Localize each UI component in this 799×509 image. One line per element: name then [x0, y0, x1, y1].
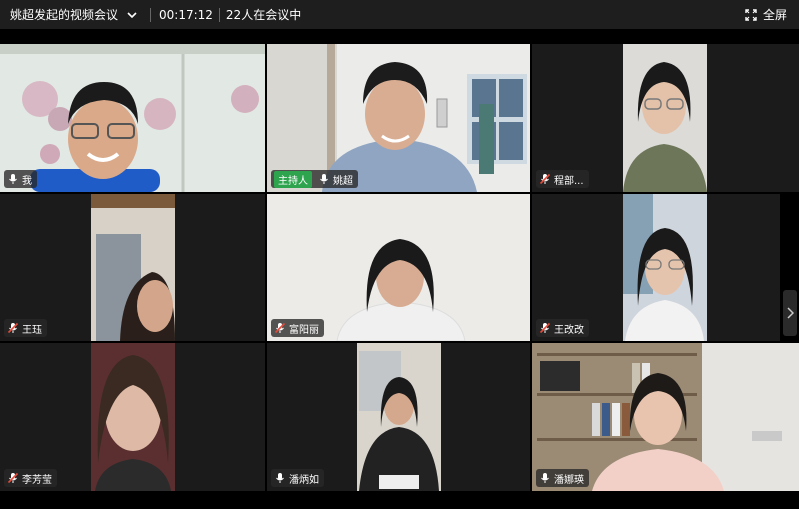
meeting-timer: 00:17:12	[159, 7, 213, 22]
host-badge: 主持人	[274, 170, 312, 188]
microphone-muted-icon	[539, 322, 551, 334]
participant-name: 潘炳如	[289, 474, 319, 486]
microphone-muted-icon	[539, 173, 551, 185]
video-tile[interactable]: 主持人 姚超	[267, 44, 530, 192]
next-page-button[interactable]	[783, 290, 797, 336]
microphone-icon	[9, 174, 17, 184]
fullscreen-button[interactable]: 全屏	[745, 0, 787, 29]
video-grid: 我 主持人 姚超 程部... 王珏 富阳丽 王改改 李芳莹 潘炳如 潘娜瑛	[0, 44, 799, 491]
meeting-title[interactable]: 姚超发起的视频会议	[10, 6, 118, 23]
participant-nametag: 主持人 姚超	[271, 170, 358, 188]
video-tile[interactable]: 潘炳如	[267, 343, 530, 491]
participant-name: 李芳莹	[22, 474, 52, 486]
participant-nametag: 王改改	[536, 319, 589, 337]
participant-count[interactable]: 22人在会议中	[226, 6, 301, 23]
participant-nametag: 王珏	[4, 319, 47, 337]
participant-nametag: 潘娜瑛	[536, 469, 589, 487]
participant-nametag: 程部...	[536, 170, 589, 188]
video-tile[interactable]: 我	[0, 44, 265, 192]
video-tile[interactable]: 王改改	[532, 194, 780, 341]
microphone-icon	[276, 473, 284, 483]
participant-nametag: 潘炳如	[271, 469, 324, 487]
microphone-icon	[320, 174, 328, 184]
microphone-muted-icon	[7, 322, 19, 334]
video-tile[interactable]: 李芳莹	[0, 343, 265, 491]
participant-name: 王珏	[22, 324, 42, 336]
chevron-right-icon	[787, 307, 794, 319]
titlebar: 姚超发起的视频会议 00:17:12 22人在会议中 全屏	[0, 0, 799, 29]
video-tile[interactable]: 王珏	[0, 194, 265, 341]
microphone-icon	[541, 473, 549, 483]
participant-nametag: 我	[4, 170, 37, 188]
participant-name: 潘娜瑛	[554, 474, 584, 486]
participant-video	[0, 44, 265, 192]
participant-nametag: 富阳丽	[271, 319, 324, 337]
video-tile[interactable]: 潘娜瑛	[532, 343, 799, 491]
participant-name: 程部...	[554, 175, 584, 187]
participant-name: 富阳丽	[289, 324, 319, 336]
fullscreen-label: 全屏	[762, 8, 787, 22]
microphone-muted-icon	[274, 322, 286, 334]
video-tile[interactable]: 程部...	[532, 44, 799, 192]
participant-name: 姚超	[333, 175, 353, 187]
participant-name: 王改改	[554, 324, 584, 336]
participant-name: 我	[22, 175, 32, 187]
video-tile[interactable]: 富阳丽	[267, 194, 530, 341]
participant-nametag: 李芳莹	[4, 469, 57, 487]
fullscreen-icon	[745, 8, 757, 21]
chevron-down-icon[interactable]	[126, 8, 140, 22]
microphone-muted-icon	[7, 472, 19, 484]
divider	[150, 7, 152, 22]
divider	[218, 7, 220, 22]
